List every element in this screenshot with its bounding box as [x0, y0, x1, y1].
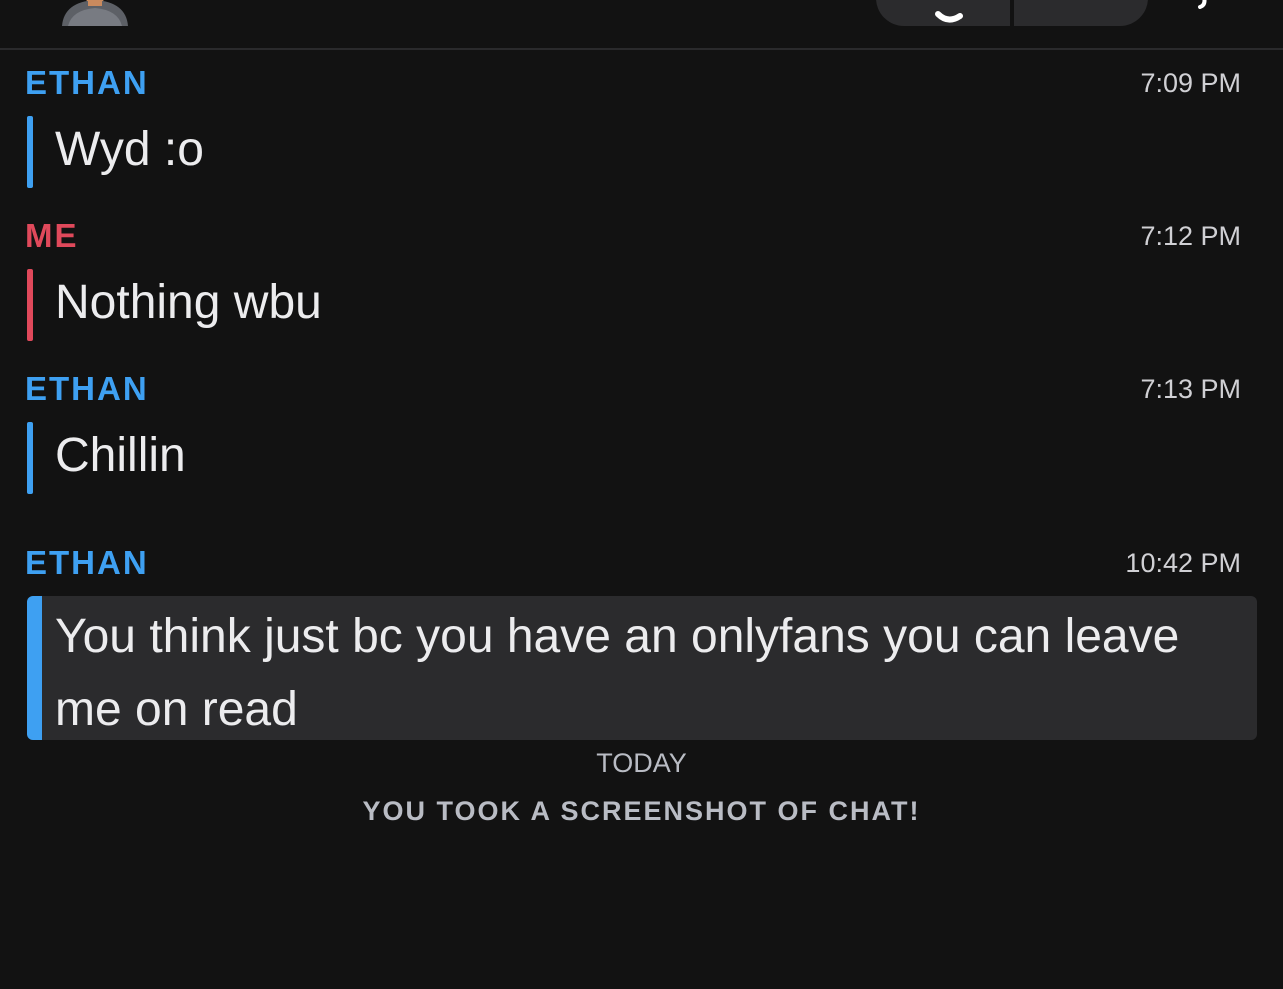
sender-name: ETHAN: [25, 64, 149, 101]
message-timestamp: 7:13 PM: [1140, 374, 1241, 404]
message-accent-bar: [27, 422, 33, 494]
call-actions: [876, 0, 1148, 26]
message-text[interactable]: Wyd :o: [55, 122, 204, 178]
message-accent-bar: [27, 269, 33, 341]
more-icon[interactable]: [1196, 0, 1220, 9]
pill-divider: [1010, 0, 1014, 26]
screenshot-notice: YOU TOOK A SCREENSHOT OF CHAT!: [362, 796, 921, 826]
message-text[interactable]: You think just bc you have an onlyfans y…: [55, 600, 1235, 746]
message-timestamp: 7:12 PM: [1140, 221, 1241, 251]
message-accent-bar: [27, 596, 42, 740]
message-text[interactable]: Nothing wbu: [55, 275, 322, 331]
bitmoji-avatar-icon[interactable]: [58, 0, 132, 26]
date-separator: TODAY: [596, 748, 687, 778]
phone-icon[interactable]: [928, 0, 968, 26]
sender-name: ME: [25, 217, 79, 254]
message-timestamp: 10:42 PM: [1125, 548, 1241, 578]
message-text[interactable]: Chillin: [55, 428, 186, 484]
sender-name: ETHAN: [25, 544, 149, 581]
chat-screen: ETHAN 7:09 PM Wyd :o ME 7:12 PM Nothing …: [0, 0, 1283, 989]
chat-header: [0, 0, 1283, 50]
message-timestamp: 7:09 PM: [1140, 68, 1241, 98]
message-accent-bar: [27, 116, 33, 188]
sender-name: ETHAN: [25, 370, 149, 407]
video-camera-icon[interactable]: [1026, 0, 1136, 26]
